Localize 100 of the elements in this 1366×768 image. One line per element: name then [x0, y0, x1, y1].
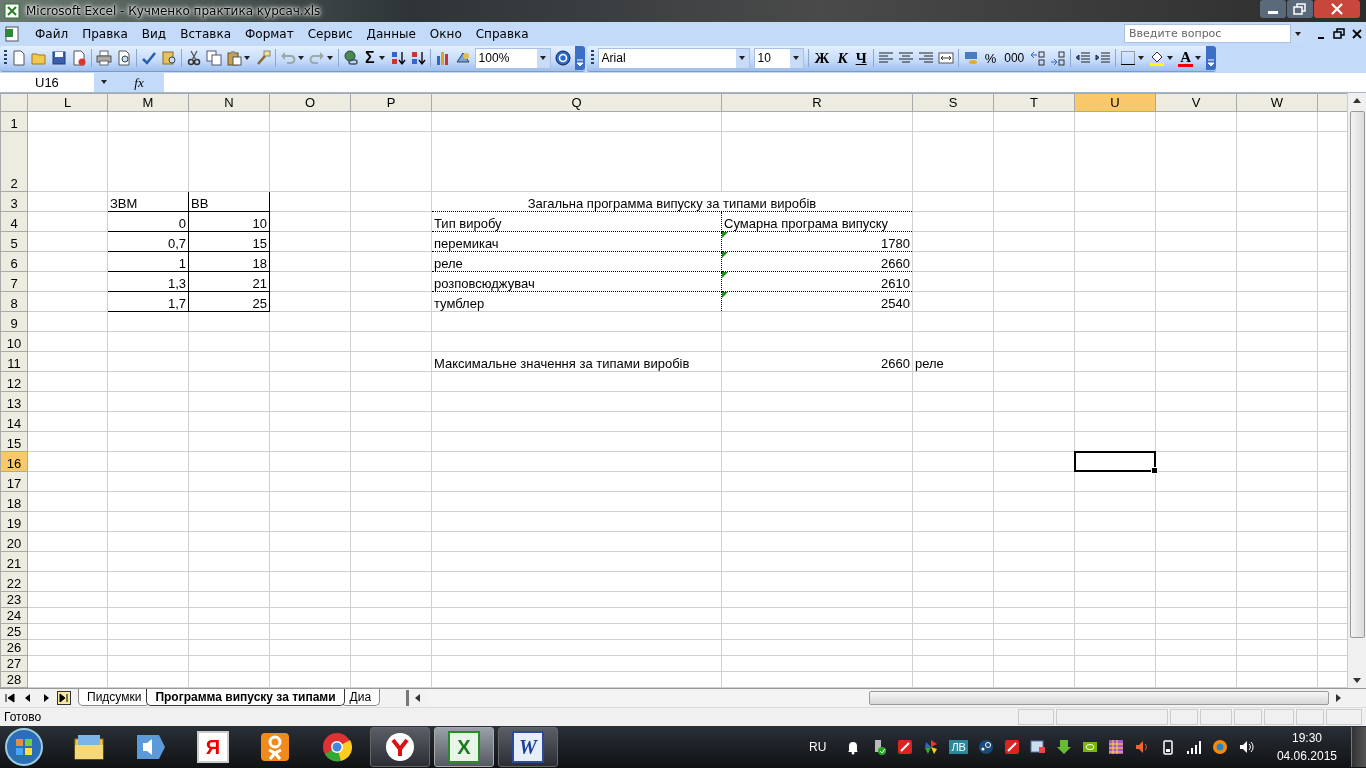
save-icon[interactable]	[51, 50, 67, 67]
column-header[interactable]: Q	[431, 93, 722, 112]
sort-ascending-icon[interactable]	[389, 50, 406, 67]
row-header[interactable]: 18	[0, 491, 28, 512]
menu-item[interactable]: Правка	[75, 24, 135, 43]
column-header[interactable]: N	[188, 93, 270, 112]
column-header[interactable]: U	[1074, 93, 1156, 112]
font-size-field[interactable]: 10	[753, 47, 804, 69]
caret-icon[interactable]	[1293, 29, 1302, 38]
column-header[interactable]: T	[993, 93, 1075, 112]
scrollbar-thumb[interactable]	[1349, 110, 1365, 638]
row-header[interactable]: 5	[0, 231, 28, 252]
row-header[interactable]: 15	[0, 431, 28, 452]
clipboard-icon[interactable]	[226, 50, 242, 67]
column-header[interactable]: W	[1236, 93, 1318, 112]
row-header[interactable]: 12	[0, 371, 28, 392]
tray-badge[interactable]: ЛВ	[949, 740, 968, 755]
zoom-field[interactable]: 100%	[474, 47, 551, 69]
spreadsheet-document-icon[interactable]	[4, 25, 20, 42]
new-document-icon[interactable]	[11, 50, 27, 67]
increase-decimal-icon[interactable]	[1030, 50, 1047, 67]
scissors-icon[interactable]	[186, 50, 202, 67]
menu-item[interactable]: Файл	[28, 24, 76, 43]
row-header[interactable]: 21	[0, 551, 28, 572]
row-header[interactable]: 14	[0, 411, 28, 432]
last-sheet-icon[interactable]	[57, 691, 71, 706]
row-header[interactable]: 4	[0, 211, 28, 232]
column-header[interactable]: P	[350, 93, 432, 112]
percent-button[interactable]: %	[982, 50, 999, 66]
print-preview-icon[interactable]	[116, 50, 132, 67]
column-header[interactable]: S	[912, 93, 994, 112]
spelling-icon[interactable]	[141, 50, 157, 67]
taskbar-button[interactable]	[370, 727, 430, 768]
italic-button[interactable]: К	[835, 49, 850, 67]
taskbar-button[interactable]: W	[498, 727, 558, 768]
row-header[interactable]: 10	[0, 331, 28, 352]
row-header[interactable]: 17	[0, 471, 28, 492]
document-restriction-icon[interactable]	[71, 50, 87, 67]
row-header[interactable]: 2	[0, 131, 28, 192]
menu-item[interactable]: Вставка	[173, 24, 238, 43]
vertical-scrollbar[interactable]	[1347, 92, 1366, 689]
scrollbar-thumb[interactable]	[869, 691, 1329, 706]
merge-center-icon[interactable]	[937, 50, 954, 67]
thousands-separator-button[interactable]: 000	[1002, 51, 1027, 66]
autosum-button[interactable]: Σ	[363, 49, 377, 68]
toolbar-options-icon[interactable]	[574, 46, 585, 71]
sort-descending-icon[interactable]	[409, 50, 426, 67]
minimize-icon[interactable]	[1260, 0, 1286, 18]
row-header[interactable]: 19	[0, 511, 28, 532]
sheet-tab[interactable]: Программа випуску за типами	[146, 689, 345, 707]
printer-icon[interactable]	[96, 50, 112, 67]
column-header[interactable]: R	[721, 93, 913, 112]
ring-icon[interactable]	[1211, 739, 1228, 756]
first-sheet-icon[interactable]	[3, 691, 17, 706]
row-header[interactable]: 11	[0, 351, 28, 372]
row-header[interactable]: 7	[0, 271, 28, 292]
row-header[interactable]: 13	[0, 391, 28, 412]
menu-item[interactable]: Сервис	[300, 24, 360, 43]
column-header[interactable]: V	[1155, 93, 1237, 112]
bold-button[interactable]: Ж	[812, 49, 832, 67]
pinwheel-icon[interactable]	[923, 739, 940, 756]
help-search-field[interactable]: Введите вопрос	[1124, 24, 1291, 44]
copy-icon[interactable]	[206, 50, 222, 67]
taskbar-button[interactable]: Я	[184, 728, 242, 767]
restore-icon[interactable]	[1287, 0, 1313, 18]
signal-icon[interactable]	[1185, 739, 1202, 756]
toolbar-options-icon[interactable]	[1206, 46, 1217, 71]
menu-item[interactable]: Данные	[359, 24, 423, 43]
close-icon[interactable]	[1351, 26, 1363, 41]
paintbrush-icon[interactable]	[255, 50, 271, 67]
show-desktop-button[interactable]	[1351, 727, 1366, 768]
download-arrow-icon[interactable]	[1055, 739, 1072, 756]
row-header[interactable]: 20	[0, 531, 28, 552]
underline-button[interactable]: Ч	[853, 49, 869, 67]
active-cell-outline[interactable]	[1074, 450, 1156, 472]
decrease-decimal-icon[interactable]	[1050, 50, 1067, 67]
menu-item[interactable]: Окно	[422, 24, 469, 43]
menu-item[interactable]: Справка	[468, 24, 536, 43]
row-header[interactable]: 16	[0, 451, 28, 472]
start-button-icon[interactable]	[4, 727, 44, 768]
language-indicator[interactable]: RU	[809, 740, 827, 755]
borders-icon[interactable]	[1120, 50, 1137, 67]
arrow-tile-icon[interactable]	[1003, 739, 1020, 756]
row-header[interactable]: 8	[0, 291, 28, 312]
row-header[interactable]: 22	[0, 571, 28, 592]
clock-time[interactable]: 19:30	[1291, 731, 1322, 746]
column-header[interactable]: L	[27, 93, 108, 112]
globe-link-icon[interactable]	[343, 50, 359, 67]
color-grid-icon[interactable]	[1107, 739, 1124, 756]
menu-item[interactable]: Вид	[134, 24, 174, 43]
arrow-tile-icon[interactable]	[897, 739, 914, 756]
column-header[interactable]: M	[107, 93, 189, 112]
clock-date[interactable]: 04.06.2015	[1276, 749, 1337, 764]
research-icon[interactable]	[161, 50, 177, 67]
column-header[interactable]: O	[269, 93, 351, 112]
row-header[interactable]: 1	[0, 111, 28, 132]
row-header[interactable]: 3	[0, 191, 28, 212]
bar-chart-icon[interactable]	[434, 50, 451, 67]
font-color-button[interactable]: A	[1178, 49, 1194, 67]
currency-icon[interactable]	[962, 50, 979, 67]
